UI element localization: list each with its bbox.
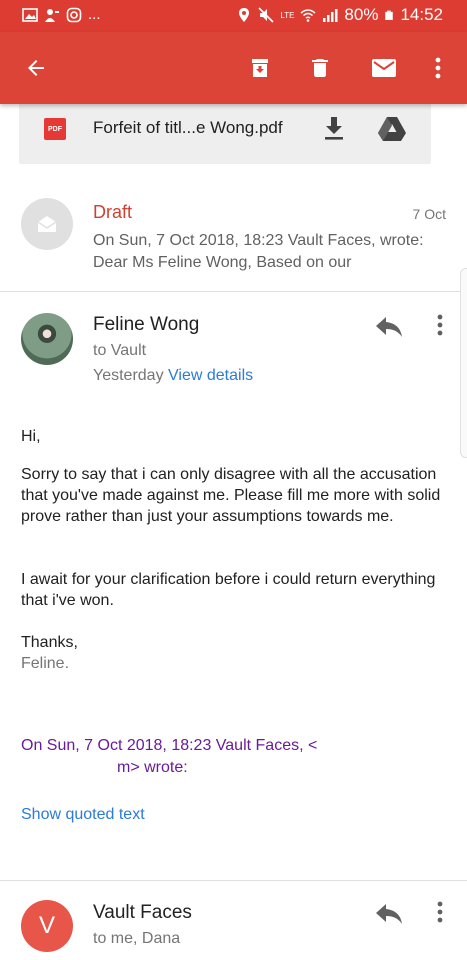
back-button[interactable]	[18, 50, 54, 86]
message-paragraph: I await for your clarification before i …	[21, 571, 436, 609]
sender-name: Feline Wong	[93, 314, 200, 335]
trash-icon	[312, 59, 328, 77]
quoted-header-line: On Sun, 7 Oct 2018, 18:23 Vault Faces, <	[21, 737, 318, 754]
mute-icon	[258, 7, 274, 23]
download-icon[interactable]	[321, 114, 347, 142]
delete-button[interactable]	[302, 50, 338, 86]
status-left: ...	[22, 6, 101, 23]
message-closing: Thanks,	[21, 634, 78, 651]
contacts-icon	[45, 8, 59, 22]
draft-snippet: On Sun, 7 Oct 2018, 18:23 Vault Faces, w…	[93, 232, 424, 271]
message-greeting: Hi,	[21, 428, 41, 445]
location-icon	[239, 8, 250, 22]
drive-icon[interactable]	[377, 116, 407, 142]
attachment-card[interactable]: PDF Forfeit of titl...e Wong.pdf	[19, 104, 431, 164]
avatar[interactable]: V	[21, 900, 73, 952]
avatar[interactable]	[21, 313, 73, 365]
draft-label: Draft	[93, 202, 133, 222]
instagram-icon	[66, 7, 82, 22]
archive-icon	[252, 59, 268, 77]
pdf-icon: PDF	[44, 118, 66, 140]
view-details-link[interactable]: View details	[168, 367, 253, 384]
mark-unread-button[interactable]	[366, 50, 402, 86]
draft-message-row[interactable]: Draft 7 Oct On Sun, 7 Oct 2018, 18:23 Va…	[0, 190, 467, 290]
recipient-line: to Vault	[93, 342, 147, 359]
clock: 14:52	[400, 5, 443, 24]
quoted-header: On Sun, 7 Oct 2018, 18:23 Vault Faces, <…	[21, 735, 441, 779]
status-right: LTE 80% 14:52	[236, 5, 443, 25]
wifi-icon	[300, 9, 316, 22]
attachment-filename: Forfeit of titl...e Wong.pdf	[93, 118, 283, 137]
reply-icon[interactable]	[373, 900, 405, 928]
mail-icon	[372, 59, 396, 77]
arrow-left-icon	[28, 60, 44, 76]
recipient-line: to me, Dana	[93, 930, 181, 947]
battery-percent: 80%	[344, 5, 379, 24]
scrollbar[interactable]	[460, 268, 467, 458]
gallery-icon	[22, 7, 38, 22]
status-more-dots: ...	[88, 6, 101, 23]
signal-icon	[323, 9, 338, 22]
show-quoted-text-link[interactable]: Show quoted text	[21, 806, 145, 824]
draft-avatar	[21, 198, 73, 250]
timestamp-line: Yesterday View details	[93, 367, 253, 385]
timestamp: Yesterday	[93, 367, 164, 384]
archive-button[interactable]	[242, 50, 278, 86]
quoted-header-line: m> wrote:	[117, 759, 188, 776]
more-vert-icon	[435, 57, 441, 79]
app-bar	[0, 32, 467, 104]
volte-label: LTE	[280, 10, 295, 20]
more-options-button[interactable]	[420, 50, 456, 86]
draft-date: 7 Oct	[412, 206, 446, 222]
divider	[0, 291, 467, 292]
more-vert-icon[interactable]	[430, 312, 450, 340]
more-vert-icon[interactable]	[430, 899, 450, 927]
divider	[0, 880, 467, 881]
reply-icon[interactable]	[373, 313, 405, 341]
envelope-open-icon	[37, 216, 57, 232]
sender-name: Vault Faces	[93, 902, 192, 923]
message-paragraph: Sorry to say that i can only disagree wi…	[21, 466, 441, 525]
battery-icon	[385, 10, 394, 20]
status-bar: ... LTE 80% 14:52	[0, 0, 467, 32]
message-signature: Feline.	[21, 655, 70, 672]
